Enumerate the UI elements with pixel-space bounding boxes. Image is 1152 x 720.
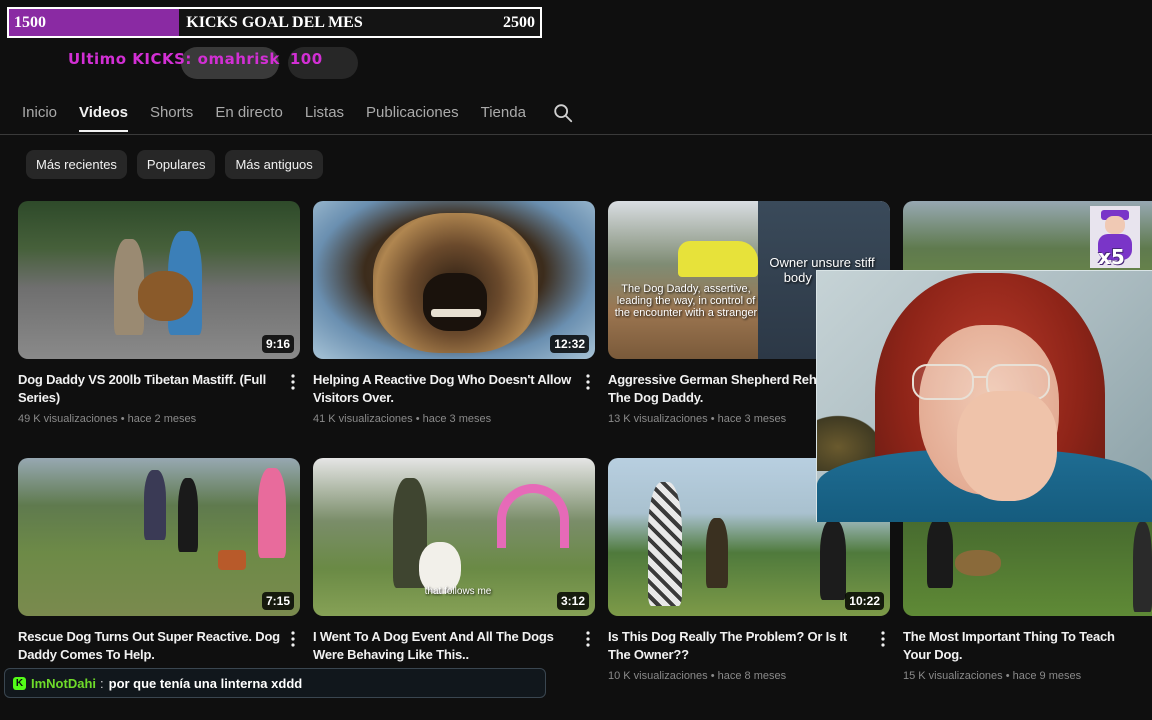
sort-chips: Más recientes Populares Más antiguos bbox=[26, 150, 333, 179]
tab-publicaciones[interactable]: Publicaciones bbox=[366, 96, 459, 132]
video-title[interactable]: Rescue Dog Turns Out Super Reactive. Dog… bbox=[18, 628, 280, 664]
last-kick-label: Ultimo KICKS: omahrisk bbox=[68, 50, 280, 68]
chat-username[interactable]: ImNotDahi bbox=[31, 676, 96, 691]
streamer-webcam bbox=[816, 270, 1152, 522]
channel-tabs: Inicio Videos Shorts En directo Listas P… bbox=[22, 96, 574, 132]
thumbnail-caption-left: The Dog Daddy, assertive, leading the wa… bbox=[614, 283, 758, 319]
more-options-icon[interactable] bbox=[290, 630, 296, 648]
kicks-goal-bar: 1500 KICKS GOAL DEL MES 2500 bbox=[7, 7, 542, 38]
thumbnail-caption: that follows me bbox=[424, 586, 492, 597]
video-thumbnail[interactable]: that follows me 3:12 bbox=[313, 458, 595, 616]
chat-separator: : bbox=[100, 675, 104, 691]
tabs-divider bbox=[0, 134, 1152, 135]
video-title[interactable]: I Went To A Dog Event And All The Dogs W… bbox=[313, 628, 575, 664]
more-options-icon[interactable] bbox=[290, 373, 296, 391]
more-options-icon[interactable] bbox=[585, 630, 591, 648]
video-card[interactable]: 7:15 Rescue Dog Turns Out Super Reactive… bbox=[18, 458, 300, 664]
video-title[interactable]: Helping A Reactive Dog Who Doesn't Allow… bbox=[313, 371, 575, 407]
tab-shorts[interactable]: Shorts bbox=[150, 96, 193, 132]
chip-populares[interactable]: Populares bbox=[136, 150, 216, 179]
tab-tienda[interactable]: Tienda bbox=[481, 96, 526, 132]
video-thumbnail[interactable]: 12:32 bbox=[313, 201, 595, 359]
video-card[interactable]: 12:32 Helping A Reactive Dog Who Doesn't… bbox=[313, 201, 595, 425]
more-options-icon[interactable] bbox=[880, 630, 886, 648]
last-kick-banner: Ultimo KICKS: omahrisk 100 bbox=[68, 50, 323, 68]
kick-icon: K bbox=[13, 676, 26, 690]
video-meta: 49 K visualizaciones • hace 2 meses bbox=[18, 413, 197, 425]
chip-mas-antiguos[interactable]: Más antiguos bbox=[225, 150, 323, 179]
tab-inicio[interactable]: Inicio bbox=[22, 96, 57, 132]
video-duration: 7:15 bbox=[261, 592, 294, 610]
video-title[interactable]: Is This Dog Really The Problem? Or Is It… bbox=[608, 628, 870, 664]
goal-title: KICKS GOAL DEL MES bbox=[186, 13, 363, 31]
video-duration: 10:22 bbox=[845, 592, 884, 610]
video-meta: 15 K visualizaciones • hace 9 meses bbox=[903, 670, 1082, 682]
search-icon[interactable] bbox=[552, 102, 574, 124]
video-meta: 41 K visualizaciones • hace 3 meses bbox=[313, 413, 492, 425]
video-card[interactable]: that follows me 3:12 I Went To A Dog Eve… bbox=[313, 458, 595, 664]
video-thumbnail[interactable]: 9:16 bbox=[18, 201, 300, 359]
goal-max-value: 2500 bbox=[503, 13, 535, 31]
video-duration: 12:32 bbox=[550, 335, 589, 353]
video-card[interactable]: 9:16 Dog Daddy VS 200lb Tibetan Mastiff.… bbox=[18, 201, 300, 425]
last-kick-amount: 100 bbox=[289, 50, 323, 68]
video-title[interactable]: Dog Daddy VS 200lb Tibetan Mastiff. (Ful… bbox=[18, 371, 280, 407]
tab-en-directo[interactable]: En directo bbox=[215, 96, 283, 132]
video-duration: 3:12 bbox=[556, 592, 589, 610]
video-duration: 9:16 bbox=[261, 335, 294, 353]
video-title[interactable]: The Most Important Thing To Teach Your D… bbox=[903, 628, 1143, 664]
badge-count: x5 bbox=[1098, 245, 1125, 269]
chip-mas-recientes[interactable]: Más recientes bbox=[26, 150, 127, 179]
chat-text: por que tenía una linterna xddd bbox=[108, 675, 303, 691]
video-thumbnail[interactable]: 7:15 bbox=[18, 458, 300, 616]
video-meta: 10 K visualizaciones • hace 8 meses bbox=[608, 670, 787, 682]
tab-listas[interactable]: Listas bbox=[305, 96, 344, 132]
tab-videos[interactable]: Videos bbox=[79, 96, 128, 132]
chat-message: K ImNotDahi : por que tenía una linterna… bbox=[4, 668, 546, 698]
more-options-icon[interactable] bbox=[585, 373, 591, 391]
